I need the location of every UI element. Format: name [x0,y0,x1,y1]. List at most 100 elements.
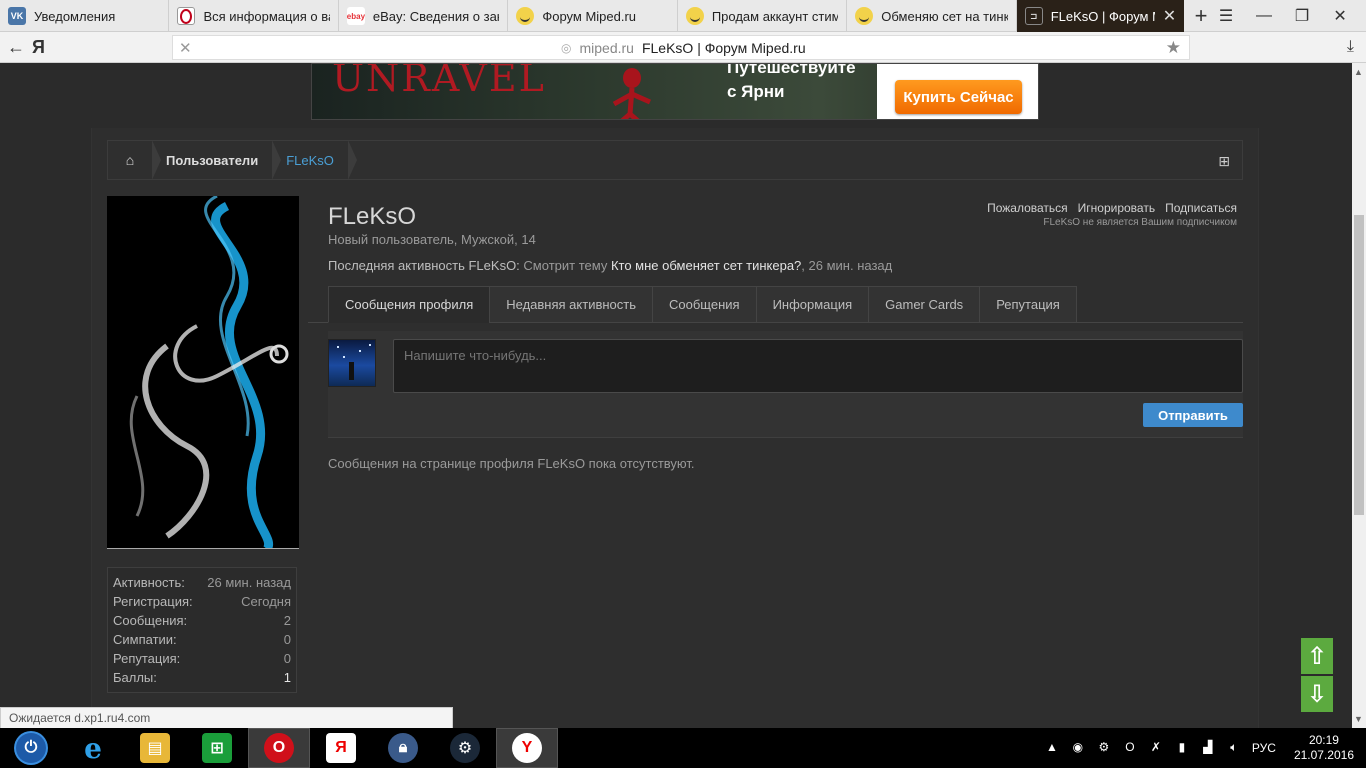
page-content: UNRAVEL Путешествуйте с Ярни Купить Сейч… [0,63,1352,728]
url-field[interactable]: ✕ ◎ miped.ru FLeKsO | Форум Miped.ru ★ [172,35,1190,60]
network-off-icon[interactable]: ✗ [1148,740,1164,756]
close-window-icon[interactable]: ✕ [1332,6,1348,26]
menu-icon[interactable]: ☰ [1218,6,1234,26]
stat-value[interactable]: 2 [284,613,291,632]
tab-reputation[interactable]: Репутация [979,286,1077,323]
taskbar-app-steam[interactable]: ⚙ [434,728,496,768]
window-controls: ☰ — ❐ ✕ [1218,0,1366,31]
volume-icon[interactable]: 🔈︎ [1226,740,1242,756]
stat-value: 0 [283,651,291,666]
banner-slogan-line: с Ярни [727,82,785,101]
browser-tab[interactable]: Обменяю сет на тинкс [847,0,1017,32]
profile-avatar[interactable] [107,196,299,549]
breadcrumb-home[interactable]: ⌂ [108,140,161,180]
scroll-top-button[interactable]: ⇧ [1301,638,1333,674]
taskbar-app-ie[interactable]: e [62,728,124,768]
last-activity-time: , 26 мин. назад [801,258,893,273]
clock-date: 21.07.2016 [1293,748,1354,762]
stat-value: Сегодня [241,594,291,609]
minimize-icon[interactable]: — [1256,7,1272,25]
taskbar-app-explorer[interactable]: ▤ [124,728,186,768]
last-activity-thread-link[interactable]: Кто мне обменяет сет тинкера? [611,258,801,273]
scroll-down-arrow-icon[interactable]: ▼ [1354,714,1363,724]
tab-title: Обменяю сет на тинкс [881,8,1008,24]
ad-banner[interactable]: UNRAVEL Путешествуйте с Ярни Купить Сейч… [311,63,1039,120]
battery-icon[interactable]: ▮ [1174,740,1190,756]
start-icon: ⏻ [16,733,46,763]
back-arrow-icon[interactable]: ← [0,37,32,58]
breadcrumb-users[interactable]: Пользователи [152,140,282,180]
stat-label: Сообщения: [113,613,188,628]
lock-icon: 🔒︎ [388,733,418,763]
ignore-link[interactable]: Игнорировать [1078,201,1155,215]
restore-icon[interactable]: ❐ [1294,6,1310,26]
profile-user-info: Новый пользователь, Мужской, 14 [328,232,536,247]
new-tab-button[interactable]: + [1184,0,1218,31]
show-hidden-icons-icon[interactable]: ▲ [1044,740,1060,756]
stat-value: 0 [283,632,291,647]
breadcrumb-current[interactable]: FLeKsO [272,140,357,180]
tab-title: Вся информация о ва [203,8,330,24]
start-button[interactable]: ⏻ [0,728,62,768]
clear-icon[interactable]: ✕ [179,39,192,57]
buy-now-button[interactable]: Купить Сейчас [895,80,1022,114]
store-icon: ⊞ [202,733,232,763]
scroll-bottom-button[interactable]: ⇩ [1301,676,1333,712]
taskbar-app-opera[interactable]: O [248,728,310,768]
stat-value[interactable]: 1 [284,670,291,689]
signal-icon[interactable]: ▟ [1200,740,1216,756]
taskbar-app-lock[interactable]: 🔒︎ [372,728,434,768]
stat-label: Репутация: [113,651,181,666]
yandex-browser-icon: Y [512,733,542,763]
url-page-title: FLeKsO | Форум Miped.ru [641,39,806,56]
tab-profile-posts[interactable]: Сообщения профиля [328,286,490,323]
tab-messages[interactable]: Сообщения [652,286,756,323]
banner-game-title: UNRAVEL [332,63,546,100]
browser-tab[interactable]: Форум Miped.ru [508,0,678,32]
profile-tabs: Сообщения профиля Недавняя активность Со… [328,286,1077,323]
follow-link[interactable]: Подписаться [1165,201,1237,215]
scroll-buttons: ⇧ ⇩ [1301,638,1333,712]
stat-row: Регистрация: Сегодня [113,594,291,613]
clock-time: 20:19 [1308,733,1339,747]
send-button[interactable]: Отправить [1143,403,1243,427]
browser-tab[interactable]: VK Уведомления [0,0,170,32]
clock[interactable]: 20:19 21.07.2016 [1294,733,1354,763]
sitemap-icon[interactable]: ⊞ [1218,153,1230,170]
browser-tab[interactable]: ebay eBay: Сведения о зака [339,0,509,32]
yandex-icon: Я [326,733,356,763]
site-icon: ⊐ [1024,7,1043,25]
taskbar-app-store[interactable]: ⊞ [186,728,248,768]
stat-label: Баллы: [113,670,157,685]
language-indicator[interactable]: РУС [1252,741,1276,755]
page-scrollbar[interactable]: ▲ ▼ [1352,63,1366,728]
report-link[interactable]: Пожаловаться [987,201,1068,215]
taskbar-app-yandex-browser[interactable]: Y [496,728,558,768]
bookmark-star-icon[interactable]: ★ [1166,38,1181,58]
current-user-avatar[interactable] [328,339,376,387]
taskbar-app-yandex[interactable]: Я [310,728,372,768]
steam-tray-icon[interactable]: ⚙ [1096,740,1112,756]
tab-information[interactable]: Информация [755,286,869,323]
tab-gamer-cards[interactable]: Gamer Cards [868,286,980,323]
browser-tab-active[interactable]: ⊐ FLeKsO | Форум Mip ✕ [1016,0,1185,32]
last-activity: Последняя активность FLeKsO: Смотрит тем… [328,258,892,273]
steam-icon: ⚙ [450,733,480,763]
browser-tab-bar: VK Уведомления Вся информация о ва ebay eB… [0,0,1366,32]
yandex-logo-icon[interactable]: Я [32,37,60,58]
scrollbar-thumb[interactable] [1354,215,1364,515]
tab-title: eBay: Сведения о зака [372,8,500,24]
forum-icon [685,7,704,25]
empty-posts-message: Сообщения на странице профиля FLeKsO пок… [328,456,695,471]
torrent-icon[interactable]: ◉ [1070,740,1086,756]
scroll-up-arrow-icon[interactable]: ▲ [1354,67,1363,77]
tab-recent-activity[interactable]: Недавняя активность [489,286,652,323]
download-icon[interactable]: ⤓ [1347,38,1354,56]
last-activity-label: Последняя активность FLeKsO: [328,258,520,273]
close-tab-icon[interactable]: ✕ [1163,6,1176,26]
opera-tray-icon[interactable]: O [1122,740,1138,756]
profile-post-input[interactable] [393,339,1243,393]
browser-tab[interactable]: Продам аккаунт стим [678,0,848,32]
browser-tab[interactable]: Вся информация о ва [169,0,339,32]
last-activity-action: Смотрит тему [523,258,608,273]
